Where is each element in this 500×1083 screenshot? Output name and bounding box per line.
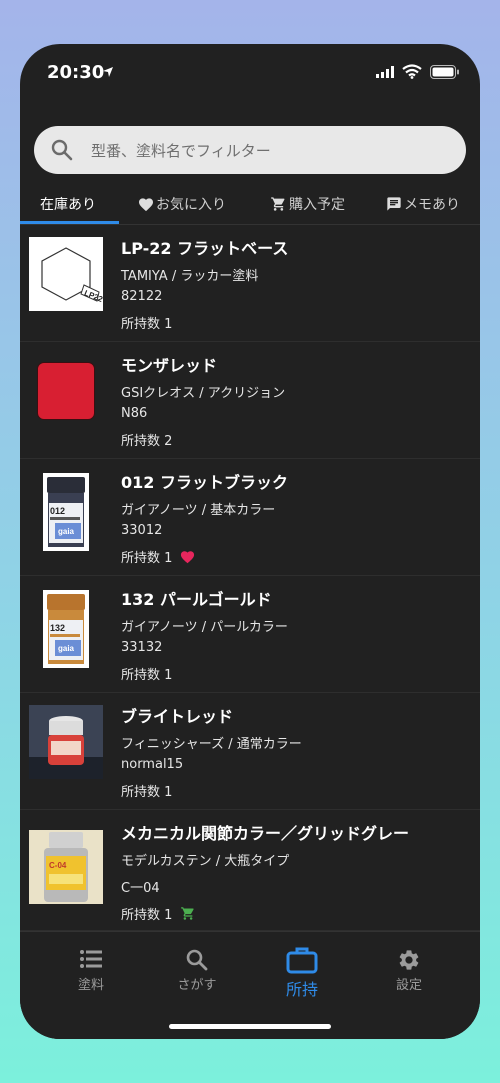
signal-icon: [376, 66, 394, 78]
list-item[interactable]: モンザレッド GSIクレオス / アクリジョン N86 所持数 2: [20, 342, 480, 459]
bottle-number: 132: [50, 623, 65, 633]
cart-icon: [271, 197, 285, 211]
owned-label: 所持数 2: [121, 434, 173, 449]
thumb-label: LP22: [83, 288, 103, 303]
paint-maker: ガイアノーツ / 基本カラー: [121, 503, 276, 518]
owned-count: 所持数 1: [121, 664, 172, 683]
cart-icon: [181, 907, 194, 920]
tab-in-stock[interactable]: 在庫あり: [40, 184, 96, 224]
tab-favorites[interactable]: お気に入り: [138, 184, 226, 224]
paint-thumbnail: [29, 705, 103, 779]
paint-code: normal15: [121, 757, 184, 772]
tab-label: 購入予定: [289, 197, 345, 213]
phone-screen: 20:30 型番、塗料名でフィルター 在庫あり お気に入り 購入予定 メモあり …: [20, 44, 480, 1039]
list-item[interactable]: 012 gaia 012 フラットブラック ガイアノーツ / 基本カラー 330…: [20, 459, 480, 576]
gear-icon: [399, 950, 419, 970]
tab-with-memo[interactable]: メモあり: [386, 184, 460, 224]
owned-label: 所持数 1: [121, 785, 173, 800]
search-icon: [186, 949, 208, 971]
owned-count: 所持数 1: [121, 547, 195, 566]
paint-name: 132 パールゴールド: [121, 590, 272, 609]
status-bar: 20:30: [20, 44, 480, 104]
nav-label: 設定: [395, 978, 422, 993]
owned-label: 所持数 1: [121, 317, 173, 332]
red-swatch: [37, 362, 95, 420]
nav-label: 塗料: [77, 978, 104, 993]
paint-name: 012 フラットブラック: [121, 473, 288, 492]
list-item[interactable]: LP22 LP-22 フラットベース TAMIYA / ラッカー塗料 82122…: [20, 225, 480, 342]
paint-thumbnail: C-04: [29, 830, 103, 904]
paint-code: 33132: [121, 640, 163, 655]
bottle-number: 012: [50, 506, 65, 516]
list-item[interactable]: 132 gaia 132 パールゴールド ガイアノーツ / パールカラー 331…: [20, 576, 480, 693]
bottom-nav: 塗料 さがす 所持 設定: [20, 931, 480, 1039]
nav-search[interactable]: さがす: [147, 932, 247, 1002]
paint-code: 82122: [121, 289, 163, 304]
tab-to-buy[interactable]: 購入予定: [270, 184, 345, 224]
paint-maker: GSIクレオス / アクリジョン: [121, 386, 286, 401]
home-indicator[interactable]: [169, 1024, 331, 1029]
list-item[interactable]: C-04 メカニカル関節カラー／グリッドグレー モデルカステン / 大瓶タイプ …: [20, 810, 480, 931]
memo-icon: [387, 197, 401, 211]
paint-name: メカニカル関節カラー／グリッドグレー: [121, 824, 410, 843]
list-item[interactable]: ブライトレッド フィニッシャーズ / 通常カラー normal15 所持数 1: [20, 693, 480, 810]
status-time: 20:30: [47, 62, 105, 83]
owned-count: 所持数 1: [121, 313, 172, 332]
paint-name: LP-22 フラットベース: [121, 239, 289, 258]
owned-count: 所持数 1: [121, 904, 196, 923]
tab-label: メモあり: [404, 197, 460, 213]
briefcase-icon: [286, 947, 318, 974]
owned-count: 所持数 2: [121, 430, 172, 449]
location-arrow-icon: [103, 67, 113, 77]
heart-icon: [139, 197, 153, 211]
nav-settings[interactable]: 設定: [359, 932, 459, 1002]
paint-thumbnail: [29, 354, 103, 428]
tab-label: 在庫あり: [40, 197, 96, 213]
paint-maker: TAMIYA / ラッカー塗料: [121, 269, 259, 284]
paint-maker: フィニッシャーズ / 通常カラー: [121, 737, 302, 752]
battery-icon: [430, 65, 459, 79]
paint-code: N86: [121, 406, 148, 421]
paint-thumbnail: 012 gaia: [29, 471, 103, 551]
tab-label: お気に入り: [156, 197, 226, 213]
filter-tabs: 在庫あり お気に入り 購入予定 メモあり: [20, 184, 480, 224]
paint-code: C一04: [121, 881, 160, 896]
list-icon: [80, 950, 102, 968]
nav-label: さがす: [177, 978, 217, 993]
bottle-brand: gaia: [58, 527, 75, 536]
nav-owned[interactable]: 所持: [252, 932, 352, 1002]
bottle-code: C-04: [49, 861, 67, 870]
owned-label: 所持数 1: [121, 668, 173, 683]
heart-icon: [181, 550, 195, 563]
paint-name: ブライトレッド: [121, 707, 234, 726]
owned-count: 所持数 1: [121, 781, 172, 800]
search-placeholder: 型番、塗料名でフィルター: [91, 142, 271, 160]
paint-thumbnail: 132 gaia: [29, 588, 103, 668]
search-input[interactable]: 型番、塗料名でフィルター: [34, 126, 466, 174]
wifi-icon: [402, 64, 422, 79]
owned-label: 所持数 1: [121, 908, 173, 923]
paint-maker: モデルカステン / 大瓶タイプ: [121, 854, 290, 869]
search-icon: [51, 139, 73, 161]
paint-name: モンザレッド: [121, 356, 218, 375]
bottle-brand: gaia: [58, 644, 75, 653]
paint-maker: ガイアノーツ / パールカラー: [121, 620, 288, 635]
nav-paints[interactable]: 塗料: [41, 932, 141, 1002]
owned-label: 所持数 1: [121, 551, 173, 566]
paint-thumbnail: LP22: [29, 237, 103, 311]
nav-label: 所持: [285, 980, 318, 999]
paint-code: 33012: [121, 523, 163, 538]
